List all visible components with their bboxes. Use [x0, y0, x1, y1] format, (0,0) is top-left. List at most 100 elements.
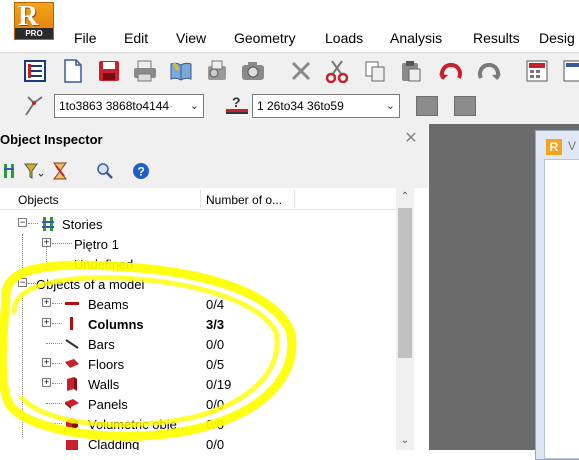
- tree-row-walls[interactable]: + Walls 0/19: [0, 374, 396, 394]
- menu-results[interactable]: Results: [473, 30, 520, 46]
- tree-column-header: Objects Number of o...: [0, 188, 396, 210]
- node-selection-icon[interactable]: [22, 95, 46, 117]
- undo-icon[interactable]: [438, 58, 464, 84]
- menu-design[interactable]: Desig: [539, 30, 575, 46]
- tree-count: 0/0: [206, 417, 225, 432]
- model-tree-icon[interactable]: [2, 162, 16, 180]
- tree-label: Volumetric obje...: [88, 417, 188, 432]
- tree-connector-line: [46, 423, 62, 424]
- selection-clear-button[interactable]: [454, 96, 476, 116]
- tree-count: 0/19: [206, 377, 232, 392]
- column-divider[interactable]: [200, 190, 201, 208]
- tree-row-bars[interactable]: Bars 0/0: [0, 334, 396, 354]
- menu-file[interactable]: File: [74, 30, 97, 46]
- tree-count: 3/3: [206, 317, 225, 332]
- table-icon[interactable]: [22, 58, 48, 84]
- tree-row-panels[interactable]: Panels 0/0: [0, 394, 396, 414]
- delete-icon[interactable]: [288, 58, 314, 84]
- tree-connector-line: [52, 323, 62, 324]
- panel-gutter: [414, 188, 428, 450]
- tree-label: Floors: [88, 357, 125, 372]
- document-window[interactable]: R V: [535, 130, 579, 460]
- app-logo-icon[interactable]: R PRO: [14, 1, 54, 40]
- inspector-toolbar: ?: [0, 154, 428, 188]
- cladding-icon: [64, 436, 80, 450]
- wall-icon: [64, 376, 80, 392]
- paste-icon[interactable]: [398, 58, 424, 84]
- document-title: V: [568, 139, 577, 153]
- tree-count: 0/0: [206, 437, 225, 450]
- chevron-down-icon: ⌄: [385, 100, 395, 112]
- column-icon: [64, 316, 80, 332]
- menu-geometry[interactable]: Geometry: [234, 30, 295, 46]
- expand-icon[interactable]: +: [42, 378, 51, 387]
- bar-icon: [64, 336, 80, 352]
- number-column-header[interactable]: Number of o...: [206, 193, 282, 207]
- node-selection-value: 1to3863 3868to4144: [59, 99, 170, 113]
- tree-count: 0/0: [206, 337, 225, 352]
- redo-icon[interactable]: [476, 58, 502, 84]
- help-icon[interactable]: ?: [132, 162, 150, 180]
- inspector-title: Object Inspector: [0, 132, 103, 147]
- tree-count: 0/0: [206, 397, 225, 412]
- tree-connector-line: [46, 343, 62, 344]
- tree-row-floors[interactable]: + Floors 0/5: [0, 354, 396, 374]
- tree-label: Columns: [88, 317, 144, 332]
- selection-filter-button[interactable]: [416, 96, 438, 116]
- cut-icon[interactable]: [324, 58, 350, 84]
- filter-icon[interactable]: [24, 162, 44, 180]
- document-view[interactable]: [544, 159, 579, 459]
- tables-icon[interactable]: [560, 58, 579, 84]
- calculator-icon[interactable]: [524, 58, 550, 84]
- node-selection-combo[interactable]: 1to3863 3868to4144· ⌄: [54, 94, 204, 118]
- tree-row-beams[interactable]: + Beams 0/4: [0, 294, 396, 314]
- standard-toolbar: [0, 52, 579, 88]
- search-icon[interactable]: [96, 162, 114, 180]
- print-preview-icon[interactable]: [204, 58, 230, 84]
- stories-icon: [40, 216, 56, 232]
- inspector-scrollbar[interactable]: ⌃ ⌄: [396, 188, 414, 450]
- open-book-icon[interactable]: [168, 58, 194, 84]
- menu-view[interactable]: View: [176, 30, 206, 46]
- scrollbar-thumb[interactable]: [398, 208, 412, 358]
- volumetric-object-icon: [64, 416, 80, 432]
- objects-column-header[interactable]: Objects: [18, 193, 59, 207]
- tree-row-storey[interactable]: + Piętro 1: [0, 234, 396, 254]
- document-title-bar[interactable]: R V: [536, 131, 579, 159]
- close-icon[interactable]: ✕: [402, 130, 420, 148]
- tree-row-objects-of-model[interactable]: − Objects of a model: [0, 274, 396, 294]
- expand-icon[interactable]: +: [42, 238, 51, 247]
- object-inspector-panel: Object Inspector ✕ ? Objects Number of o…: [0, 124, 428, 450]
- expand-icon[interactable]: +: [42, 318, 51, 327]
- inspector-title-bar: Object Inspector ✕: [0, 124, 428, 154]
- new-document-icon[interactable]: [60, 58, 86, 84]
- collapse-icon[interactable]: −: [18, 278, 27, 287]
- tree-connector-line: [46, 403, 62, 404]
- scroll-up-icon[interactable]: ⌃: [396, 188, 414, 206]
- bar-selection-combo[interactable]: 1 26to34 36to59 ⌄: [252, 94, 400, 118]
- tree-row-cladding[interactable]: Cladding 0/0: [0, 434, 396, 450]
- print-icon[interactable]: [132, 58, 158, 84]
- tree-connector-line: [46, 263, 72, 264]
- tree-count: 0/4: [206, 297, 225, 312]
- menu-bar: R PRO File Edit View Geometry Loads Anal…: [0, 0, 579, 52]
- expand-icon[interactable]: +: [42, 298, 51, 307]
- save-icon[interactable]: [96, 58, 122, 84]
- menu-analysis[interactable]: Analysis: [390, 30, 442, 46]
- bar-selection-icon[interactable]: ?: [224, 94, 250, 117]
- expand-icon[interactable]: +: [42, 358, 51, 367]
- scroll-down-icon[interactable]: ⌄: [396, 432, 414, 450]
- tree-row-volumetric[interactable]: Volumetric obje... 0/0: [0, 414, 396, 434]
- hourglass-icon[interactable]: [52, 162, 68, 180]
- menu-edit[interactable]: Edit: [124, 30, 148, 46]
- menu-loads[interactable]: Loads: [325, 30, 363, 46]
- copy-icon[interactable]: [362, 58, 388, 84]
- collapse-icon[interactable]: −: [18, 218, 27, 227]
- tree-row-undefined[interactable]: Undefined: [0, 254, 396, 274]
- screen-capture-icon[interactable]: [240, 58, 266, 84]
- tree-row-stories[interactable]: − Stories: [0, 214, 396, 234]
- chevron-down-icon: ⌄: [189, 100, 199, 112]
- tree-row-columns[interactable]: + Columns 3/3: [0, 314, 396, 334]
- column-divider[interactable]: [294, 190, 295, 208]
- floor-icon: [64, 356, 80, 372]
